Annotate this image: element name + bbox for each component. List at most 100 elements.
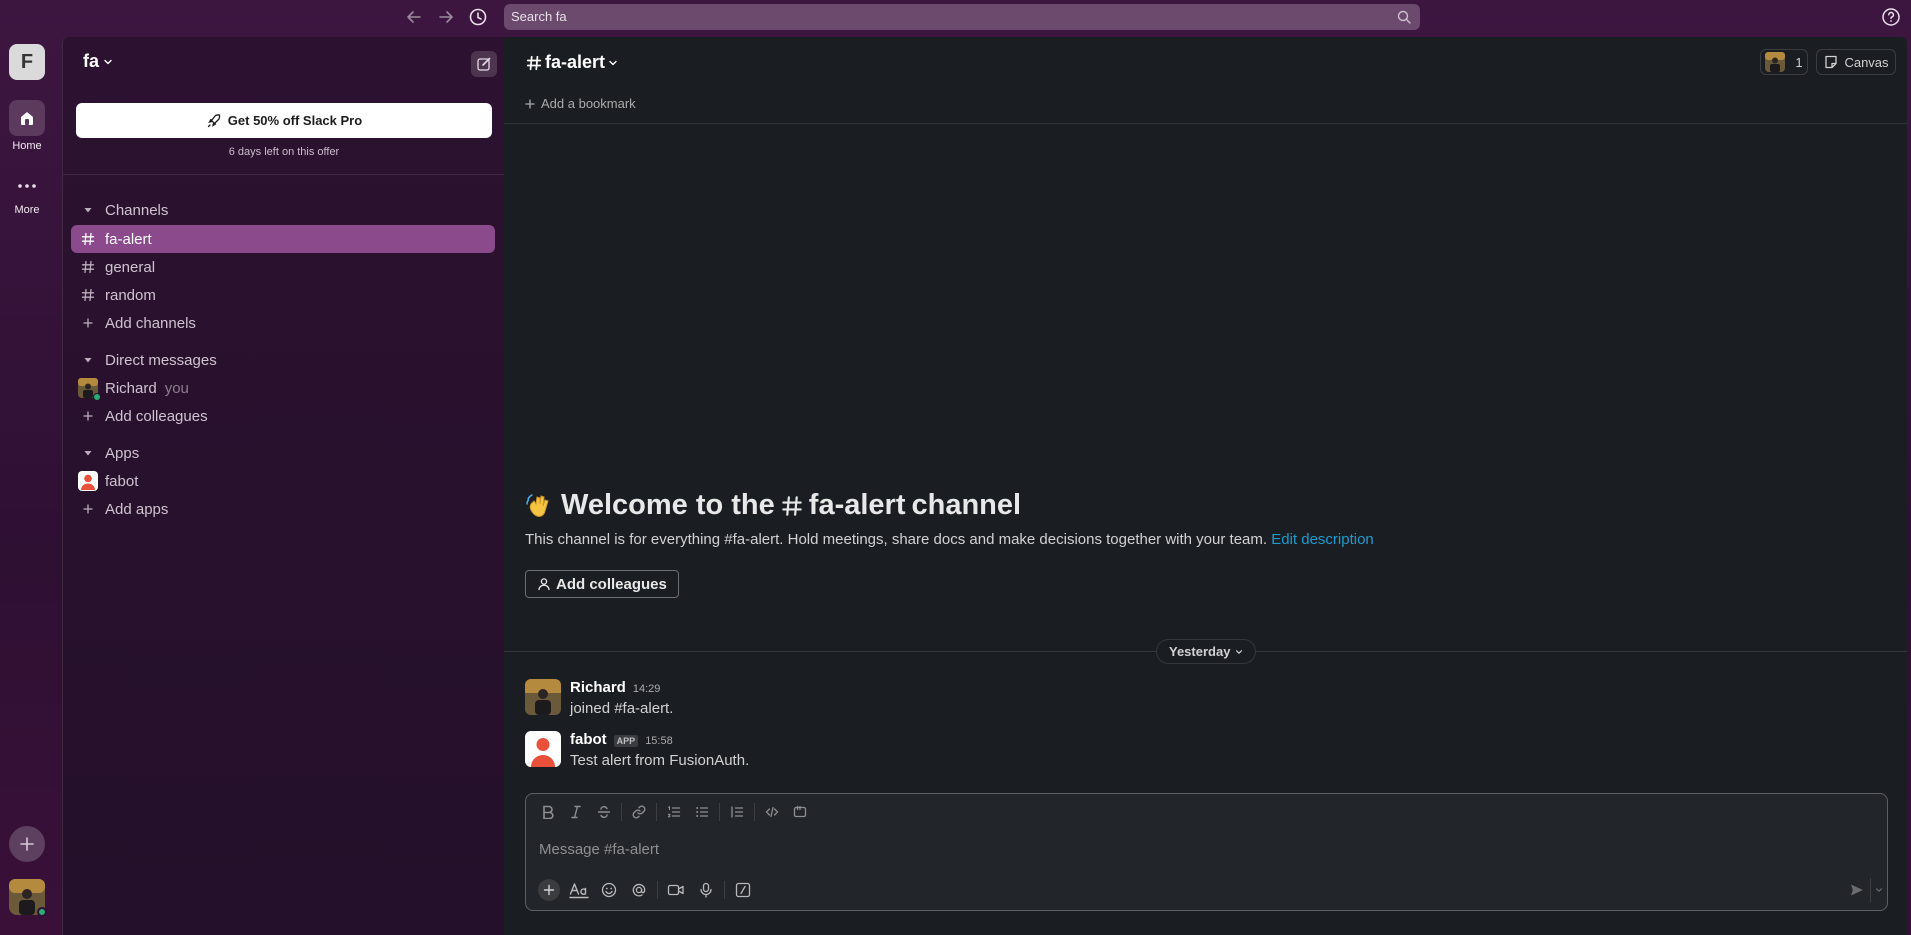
emoji-icon[interactable] [594, 878, 624, 902]
member-count: 1 [1795, 54, 1803, 70]
bulleted-list-icon[interactable] [688, 800, 716, 824]
canvas-button[interactable]: Canvas [1816, 49, 1896, 75]
channel-label: fa-alert [105, 230, 152, 248]
strikethrough-icon[interactable] [590, 800, 618, 824]
search-bar[interactable]: Search fa [504, 4, 1420, 30]
fabot-avatar [78, 471, 98, 491]
add-workspace-button[interactable] [9, 826, 45, 862]
compose-icon [476, 56, 492, 72]
add-colleagues-button[interactable]: Add colleagues [525, 570, 679, 598]
code-icon[interactable] [758, 800, 786, 824]
apps-header-label: Apps [105, 444, 140, 462]
add-channels-button[interactable]: Add channels [71, 309, 495, 337]
welcome-prefix: Welcome to the [561, 489, 775, 521]
ordered-list-icon[interactable] [660, 800, 688, 824]
add-colleagues-label: Add colleagues [105, 407, 208, 425]
message-body: fabot APP 15:58 Test alert from FusionAu… [570, 731, 749, 769]
search-placeholder: Search fa [511, 9, 567, 24]
plus-icon [71, 504, 105, 514]
channel-description: This channel is for everything #fa-alert… [525, 531, 1374, 548]
mention-icon[interactable] [624, 878, 654, 902]
rail-more[interactable]: More [0, 168, 54, 216]
text-format-icon[interactable] [564, 878, 594, 902]
sidebar-item-fabot[interactable]: fabot [71, 467, 495, 495]
microphone-icon[interactable] [691, 878, 721, 902]
promo-button[interactable]: Get 50% off Slack Pro [76, 103, 492, 138]
toolbar-divider [754, 803, 755, 821]
send-icon[interactable] [1844, 878, 1870, 902]
message-input[interactable]: Message #fa-alert [539, 841, 659, 858]
toolbar-divider [719, 803, 720, 821]
home-label: Home [12, 140, 42, 152]
help-icon[interactable] [1881, 7, 1901, 27]
sidebar-item-fa-alert[interactable]: fa-alert [71, 225, 495, 253]
message-composer: Message #fa-alert [525, 793, 1888, 911]
plus-icon [538, 879, 560, 901]
add-apps-button[interactable]: Add apps [71, 495, 495, 523]
canvas-icon [1823, 54, 1839, 70]
toolbar-divider [657, 881, 658, 899]
edit-description-link[interactable]: Edit description [1271, 531, 1374, 548]
send-options-chevron-icon[interactable] [1870, 878, 1886, 902]
message-time[interactable]: 14:29 [633, 683, 661, 695]
link-icon[interactable] [625, 800, 653, 824]
channel-view: fa-alert 1 Canvas Add a bookmark Welcome… [504, 37, 1907, 935]
hash-icon [526, 55, 542, 71]
avatar[interactable] [525, 679, 561, 715]
app-badge: APP [613, 735, 639, 747]
message-header: fabot APP 15:58 [570, 731, 749, 748]
message-author[interactable]: fabot [570, 731, 607, 748]
add-apps-label: Add apps [105, 500, 169, 518]
message-author[interactable]: Richard [570, 679, 626, 696]
promo-label: Get 50% off Slack Pro [227, 113, 363, 128]
sidebar-item-general[interactable]: general [71, 253, 495, 281]
message-time[interactable]: 15:58 [645, 735, 673, 747]
hash-icon [71, 260, 105, 274]
back-arrow-icon[interactable] [404, 7, 424, 27]
dm-avatar-wrap [71, 378, 105, 401]
search-icon [1396, 9, 1412, 25]
rocket-icon [206, 113, 222, 129]
blockquote-icon[interactable] [723, 800, 751, 824]
attach-button[interactable] [534, 878, 564, 902]
formatting-toolbar [534, 800, 814, 824]
workspace-icon[interactable]: F [9, 44, 45, 80]
slash-command-icon[interactable] [728, 878, 758, 902]
message-text: joined #fa-alert. [570, 700, 674, 717]
more-label: More [14, 204, 40, 216]
toolbar-divider [724, 881, 725, 899]
forward-arrow-icon[interactable] [436, 7, 456, 27]
members-button[interactable]: 1 [1760, 49, 1808, 75]
chevron-down-icon [103, 57, 113, 67]
compose-button[interactable] [471, 51, 497, 77]
sidebar: fa Get 50% off Slack Pro 6 days left on … [62, 37, 505, 935]
add-bookmark-button[interactable]: Add a bookmark [525, 96, 636, 111]
day-divider-button[interactable]: Yesterday [1156, 639, 1257, 664]
sidebar-item-dm-richard[interactable]: Richard you [71, 374, 495, 402]
channel-title-button[interactable]: fa-alert [526, 52, 618, 73]
member-avatar [1765, 52, 1786, 72]
channels-header-label: Channels [105, 201, 169, 219]
italic-icon[interactable] [562, 800, 590, 824]
fabot-avatar[interactable] [525, 731, 561, 767]
apps-section-header[interactable]: Apps [71, 439, 495, 467]
ellipsis-icon [9, 168, 45, 204]
video-icon[interactable] [661, 878, 691, 902]
channels-section-header[interactable]: Channels [71, 196, 495, 224]
dm-section-header[interactable]: Direct messages [71, 346, 495, 374]
plus-icon [71, 411, 105, 421]
code-block-icon[interactable] [786, 800, 814, 824]
bookmark-label: Add a bookmark [541, 96, 636, 111]
rail-home[interactable]: Home [0, 100, 54, 152]
history-clock-icon[interactable] [468, 7, 488, 27]
caret-down-icon [71, 205, 105, 215]
bold-icon[interactable] [534, 800, 562, 824]
chevron-down-icon [608, 58, 618, 68]
sidebar-item-random[interactable]: random [71, 281, 495, 309]
avatar [78, 378, 101, 401]
workspace-menu[interactable]: fa [83, 51, 113, 72]
add-colleagues-sidebar-button[interactable]: Add colleagues [71, 402, 495, 430]
welcome-heading: Welcome to the fa-alert channel [525, 489, 1021, 522]
day-label: Yesterday [1169, 644, 1231, 659]
chevron-down-icon [1235, 648, 1243, 656]
